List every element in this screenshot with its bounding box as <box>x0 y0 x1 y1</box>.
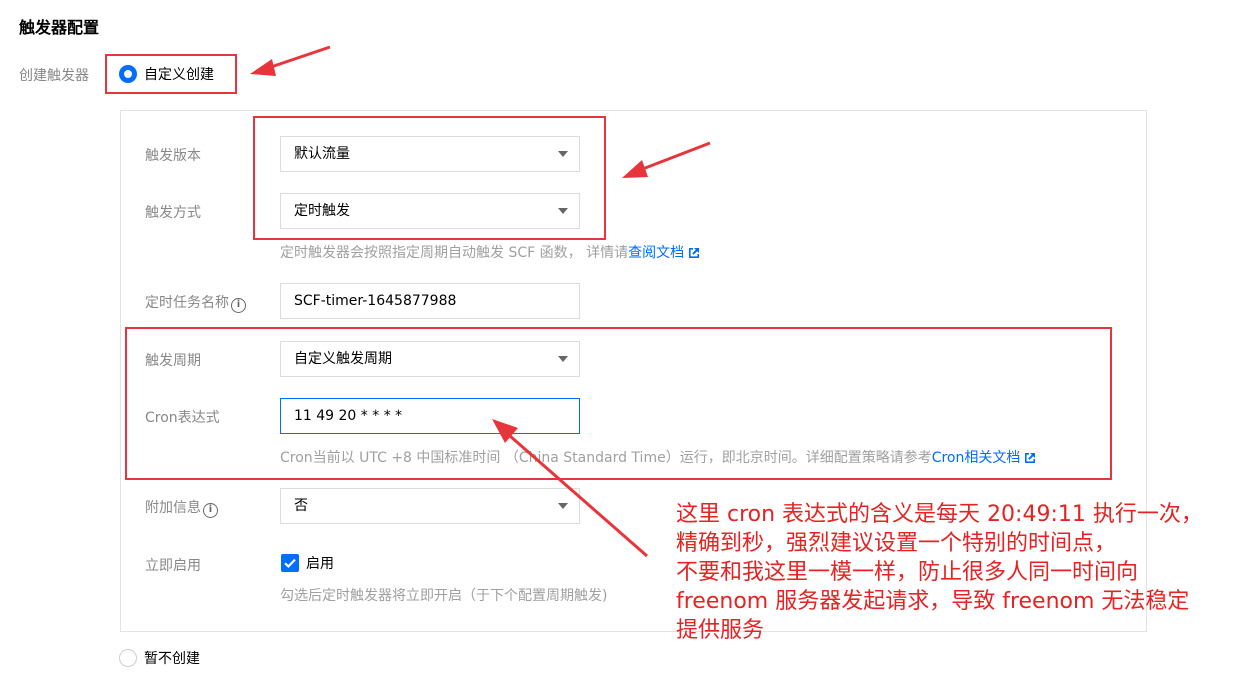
arrow-to-version-method <box>622 141 711 178</box>
annotation-arrows <box>250 45 711 558</box>
arrow-to-cron-input <box>492 419 648 558</box>
arrow-to-create-radio <box>250 45 331 76</box>
